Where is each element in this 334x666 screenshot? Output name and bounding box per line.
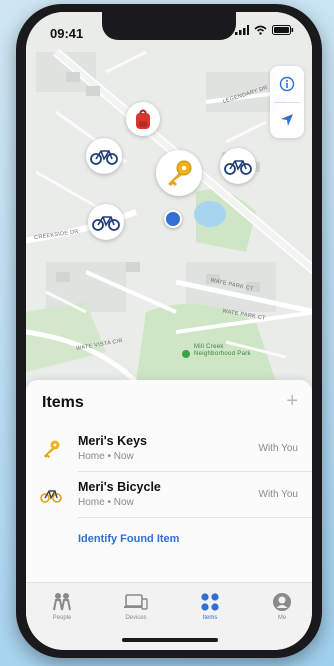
- tab-label: Devices: [125, 615, 147, 621]
- tab-me[interactable]: Me: [252, 591, 312, 621]
- keys-pin[interactable]: [156, 150, 202, 196]
- notch: [102, 12, 236, 40]
- key-icon: [168, 160, 192, 186]
- location-arrow-icon: [281, 114, 293, 126]
- wifi-icon: [254, 25, 267, 35]
- park-label: Mill Creek Neighborhood Park: [194, 344, 251, 357]
- list-item[interactable]: Meri's Bicycle Home • Now With You: [26, 472, 312, 518]
- bicycle-pin[interactable]: [86, 138, 122, 174]
- battery-icon: [272, 25, 294, 35]
- me-icon: [252, 591, 312, 613]
- bicycle-icon: [92, 216, 120, 231]
- backpack-pin[interactable]: [126, 102, 160, 136]
- item-name: Meri's Bicycle: [78, 480, 161, 494]
- status-time: 09:41: [50, 26, 84, 41]
- identify-found-item-link[interactable]: Identify Found Item: [78, 533, 179, 545]
- list-item[interactable]: Meri's Keys Home • Now With You: [26, 426, 312, 472]
- user-location-dot: [164, 210, 182, 228]
- info-icon: [279, 76, 295, 92]
- tab-label: Me: [277, 615, 287, 621]
- bicycle-icon: [224, 160, 252, 175]
- map-controls: [270, 66, 304, 138]
- item-status: With You: [258, 443, 298, 454]
- add-item-button[interactable]: +: [286, 390, 298, 413]
- tab-label: People: [52, 615, 72, 621]
- items-icon: [180, 591, 240, 613]
- item-name: Meri's Keys: [78, 434, 147, 448]
- status-icons: [235, 25, 294, 35]
- signal-icon: [235, 25, 249, 35]
- tab-items[interactable]: Items: [180, 591, 240, 621]
- bicycle-pin[interactable]: [88, 204, 124, 240]
- map-view[interactable]: LEGENDARY DR CREEKSIDE DR WATE PARK CT W…: [26, 12, 312, 392]
- items-sheet: Items + Meri's Keys Home • Now With You: [26, 380, 312, 600]
- locate-button[interactable]: [270, 102, 304, 138]
- tab-label: Items: [202, 615, 218, 621]
- tab-devices[interactable]: Devices: [106, 591, 166, 621]
- phone-frame: LEGENDARY DR CREEKSIDE DR WATE PARK CT W…: [16, 4, 322, 658]
- people-icon: [32, 591, 92, 613]
- home-indicator: [122, 638, 218, 642]
- bicycle-icon: [40, 484, 62, 506]
- item-subtitle: Home • Now: [78, 451, 134, 462]
- bicycle-icon: [90, 150, 118, 165]
- info-button[interactable]: [270, 66, 304, 102]
- item-status: With You: [258, 489, 298, 500]
- tab-people[interactable]: People: [32, 591, 92, 621]
- screen: LEGENDARY DR CREEKSIDE DR WATE PARK CT W…: [26, 12, 312, 650]
- sheet-title: Items: [42, 394, 84, 411]
- backpack-icon: [136, 109, 150, 129]
- divider: [78, 517, 312, 518]
- key-icon: [40, 438, 62, 460]
- status-bar: 09:41: [26, 12, 312, 56]
- devices-icon: [106, 591, 166, 613]
- item-subtitle: Home • Now: [78, 497, 134, 508]
- bicycle-pin[interactable]: [220, 148, 256, 184]
